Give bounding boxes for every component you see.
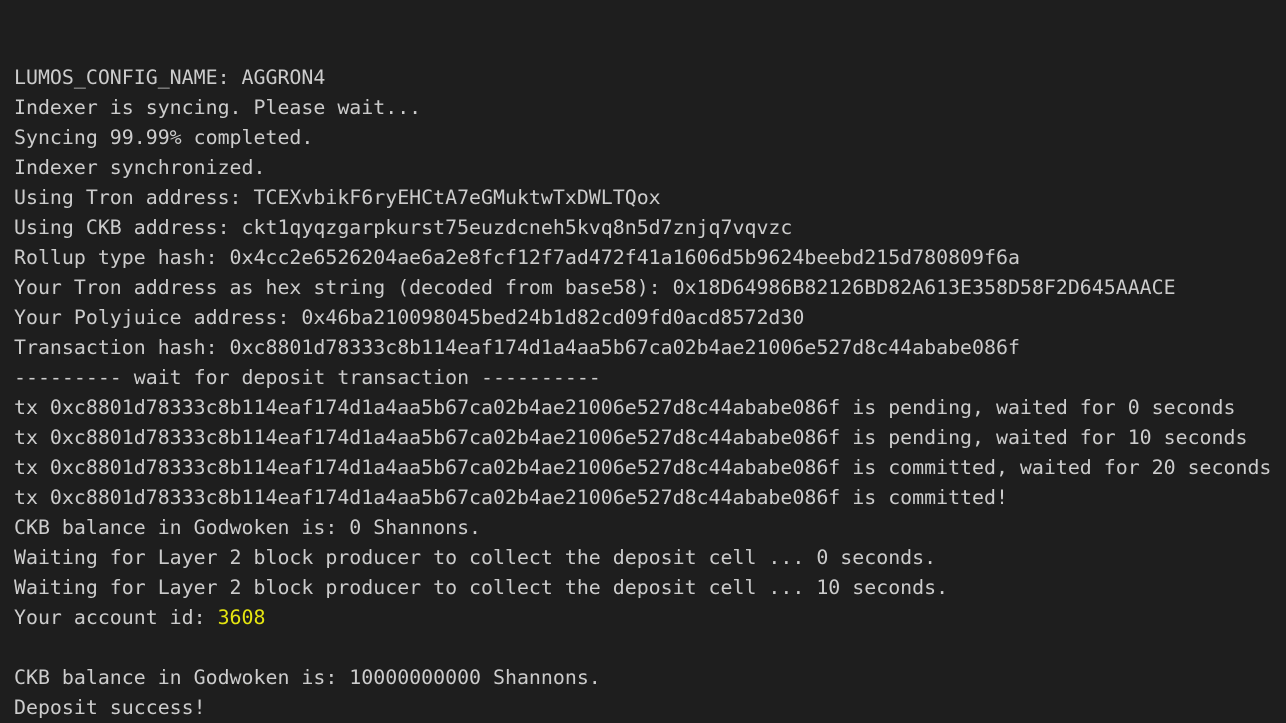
terminal-line: Your Polyjuice address: 0x46ba210098045b… (14, 306, 805, 329)
terminal-line: Indexer synchronized. (14, 156, 266, 179)
terminal-line: Transaction hash: 0xc8801d78333c8b114eaf… (14, 336, 1020, 359)
terminal-line: Syncing 99.99% completed. (14, 126, 314, 149)
terminal-line: Rollup type hash: 0x4cc2e6526204ae6a2e8f… (14, 246, 1020, 269)
terminal-line: Indexer is syncing. Please wait... (14, 96, 422, 119)
terminal-line: Deposit success! (14, 696, 206, 719)
terminal-line: Using Tron address: TCEXvbikF6ryEHCtA7eG… (14, 186, 661, 209)
terminal-line: tx 0xc8801d78333c8b114eaf174d1a4aa5b67ca… (14, 456, 1272, 479)
terminal-line: LUMOS_CONFIG_NAME: AGGRON4 (14, 66, 326, 89)
terminal-line: Waiting for Layer 2 block producer to co… (14, 576, 949, 599)
terminal-line: tx 0xc8801d78333c8b114eaf174d1a4aa5b67ca… (14, 396, 1236, 419)
terminal-line: tx 0xc8801d78333c8b114eaf174d1a4aa5b67ca… (14, 486, 1008, 509)
terminal-output: LUMOS_CONFIG_NAME: AGGRON4 Indexer is syn… (0, 0, 1286, 723)
terminal-line: tx 0xc8801d78333c8b114eaf174d1a4aa5b67ca… (14, 426, 1248, 449)
terminal-line: CKB balance in Godwoken is: 10000000000 … (14, 666, 601, 689)
terminal-line-account-id: Your account id: 3608 (14, 603, 1286, 633)
terminal-line: CKB balance in Godwoken is: 0 Shannons. (14, 516, 482, 539)
terminal-line: Waiting for Layer 2 block producer to co… (14, 546, 937, 569)
terminal-line: --------- wait for deposit transaction -… (14, 366, 601, 389)
terminal-line: Your Tron address as hex string (decoded… (14, 276, 1176, 299)
terminal-line: Using CKB address: ckt1qyqzgarpkurst75eu… (14, 216, 793, 239)
account-id-label: Your account id: (14, 606, 218, 629)
account-id-value: 3608 (217, 606, 266, 629)
